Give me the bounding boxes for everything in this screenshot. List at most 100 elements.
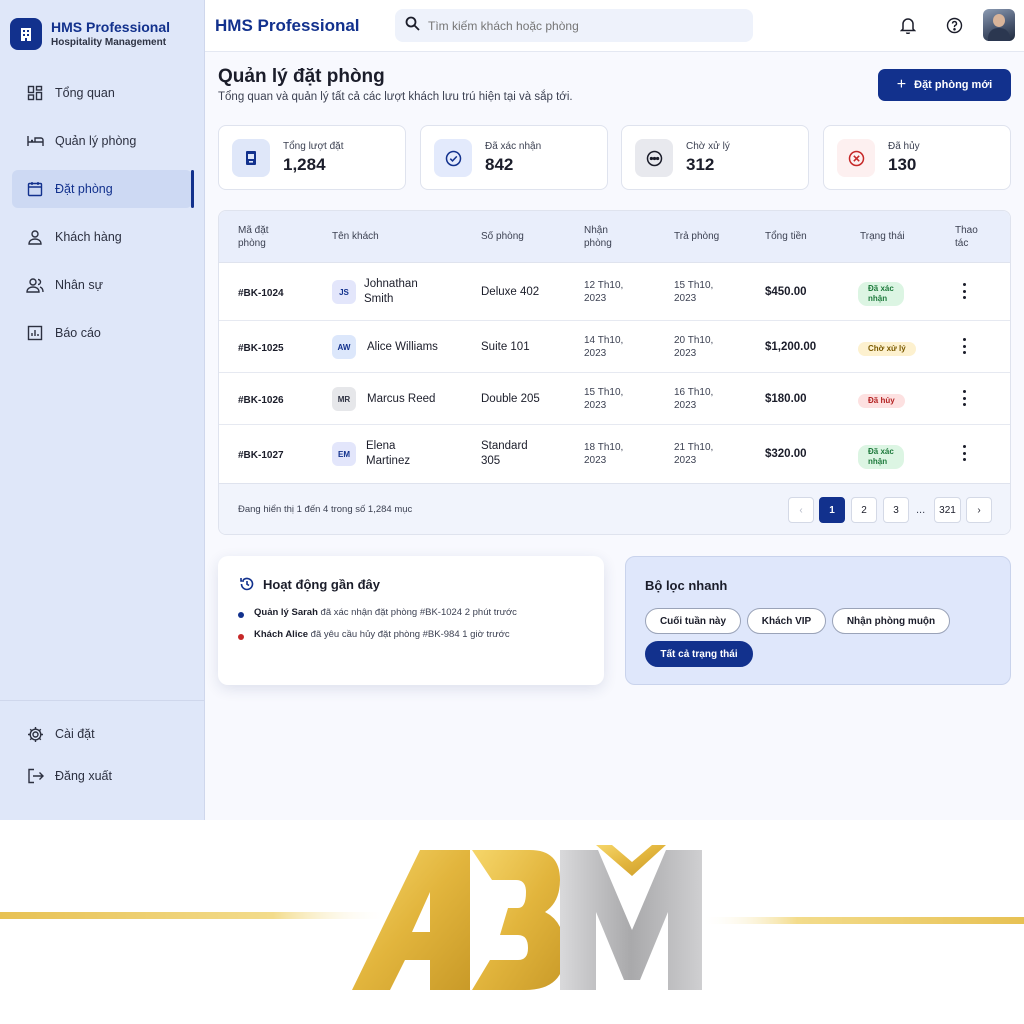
- table-row[interactable]: #BK-1025 AW Alice Williams Suite 101 14 …: [219, 321, 1010, 373]
- sidebar-item-label: Đặt phòng: [55, 182, 113, 196]
- th-action: Thao tác: [955, 225, 978, 249]
- th-checkout: Trả phòng: [674, 231, 720, 242]
- sidebar-item-logout[interactable]: Đăng xuất: [12, 757, 192, 795]
- filter-chip-weekend[interactable]: Cuối tuần này: [645, 608, 741, 634]
- prev-page-button[interactable]: ‹: [788, 497, 814, 523]
- room-number: Double 205: [481, 393, 540, 405]
- stat-label: Tổng lượt đặt: [283, 141, 344, 152]
- recent-activity-panel: Hoạt động gần đây Quản lý Sarah đã xác n…: [218, 556, 604, 685]
- activity-item: Khách Alice đã yêu cầu hủy đặt phòng #BK…: [254, 629, 510, 640]
- sidebar-item-overview[interactable]: Tổng quan: [12, 74, 192, 112]
- table-row[interactable]: #BK-1026 MR Marcus Reed Double 205 15 Th…: [219, 373, 1010, 425]
- calendar-icon: [26, 180, 44, 198]
- history-icon: [239, 576, 255, 597]
- abm-logo: [0, 845, 1024, 990]
- status-badge: Chờ xử lý: [858, 342, 916, 356]
- sidebar-item-label: Đăng xuất: [55, 769, 112, 783]
- user-avatar[interactable]: [983, 9, 1015, 41]
- search-box[interactable]: [395, 9, 753, 42]
- filters-title: Bộ lọc nhanh: [645, 578, 728, 593]
- th-room: Số phòng: [481, 231, 524, 242]
- logo-letter-b: [472, 850, 565, 990]
- cancel-icon: [837, 139, 875, 177]
- sidebar-nav: Tổng quan Quản lý phòng Đặt phòng Khách …: [12, 74, 194, 362]
- total-amount: $1,200.00: [765, 341, 817, 353]
- stat-label: Đã hủy: [888, 141, 920, 152]
- bookings-table: Mã đặt phòng Tên khách Số phòng Nhận phòng…: [218, 210, 1011, 535]
- sidebar-item-bookings[interactable]: Đặt phòng: [12, 170, 194, 208]
- page-button-3[interactable]: 3: [883, 497, 909, 523]
- brand: HMS Professional Hospitality Management: [10, 18, 170, 50]
- guest-avatar: MR: [332, 387, 356, 411]
- sidebar-footer: Cài đặt Đăng xuất: [0, 700, 205, 799]
- status-badge: Đã xác nhận: [858, 445, 904, 469]
- checkin-date: 12 Th10, 2023: [584, 280, 624, 304]
- abm-logo-banner: [0, 820, 1024, 1024]
- stat-label: Chờ xử lý: [686, 141, 730, 152]
- help-icon[interactable]: [943, 14, 965, 36]
- sidebar-item-rooms[interactable]: Quản lý phòng: [12, 122, 192, 160]
- more-actions-icon[interactable]: [959, 338, 969, 354]
- app-window: HMS Professional Hospitality Management …: [0, 0, 1024, 820]
- table-row[interactable]: #BK-1027 EM Elena Martinez Standard 305 18…: [219, 425, 1010, 484]
- bed-icon: [26, 132, 44, 150]
- page-title: Quản lý đặt phòng: [218, 66, 385, 87]
- app-title: HMS Professional: [215, 16, 360, 35]
- guest-name: Johnathan Smith: [364, 278, 418, 305]
- room-number: Suite 101: [481, 341, 530, 353]
- checkout-date: 20 Th10, 2023: [674, 335, 714, 359]
- page-button-last[interactable]: 321: [934, 497, 961, 523]
- table-footer: Đang hiển thị 1 đến 4 trong số 1,284 mục…: [219, 484, 1010, 534]
- next-page-button[interactable]: ›: [966, 497, 992, 523]
- total-amount: $320.00: [765, 448, 807, 460]
- brand-name: HMS Professional: [51, 18, 171, 35]
- bell-icon[interactable]: [897, 14, 919, 36]
- filter-chip-late-checkin[interactable]: Nhận phòng muộn: [832, 608, 950, 634]
- page-button-2[interactable]: 2: [851, 497, 877, 523]
- search-input[interactable]: [428, 18, 728, 33]
- table-row[interactable]: #BK-1024 JS Johnathan Smith Deluxe 402 12…: [219, 263, 1010, 321]
- sidebar-item-staff[interactable]: Nhân sự: [12, 266, 192, 304]
- booking-id: #BK-1026: [238, 395, 284, 406]
- sidebar-item-label: Khách hàng: [55, 230, 122, 244]
- activity-dot: [238, 612, 244, 618]
- activity-item: Quản lý Sarah đã xác nhận đặt phòng #BK-…: [254, 607, 517, 618]
- more-actions-icon[interactable]: [959, 283, 969, 299]
- room-number: Deluxe 402: [481, 286, 540, 298]
- sidebar-item-label: Cài đặt: [55, 727, 95, 741]
- pending-icon: [635, 139, 673, 177]
- page-button-1[interactable]: 1: [819, 497, 845, 523]
- th-booking-id: Mã đặt phòng: [238, 225, 269, 249]
- guest-name: Alice Williams: [367, 341, 438, 353]
- sidebar-item-settings[interactable]: Cài đặt: [12, 715, 192, 753]
- new-booking-button[interactable]: + Đặt phòng mới: [878, 69, 1011, 101]
- booking-id: #BK-1024: [238, 288, 284, 299]
- topbar: HMS Professional: [205, 0, 1024, 52]
- guest-avatar: EM: [332, 442, 356, 466]
- logo-letter-a: [352, 850, 470, 990]
- guest-avatar: AW: [332, 335, 356, 359]
- stat-value: 842: [485, 155, 514, 174]
- more-actions-icon[interactable]: [959, 445, 969, 461]
- pagination-ellipsis: ...: [916, 504, 926, 516]
- more-actions-icon[interactable]: [959, 390, 969, 406]
- gold-line-left: [0, 912, 390, 919]
- activity-dot: [238, 634, 244, 640]
- room-number: Standard 305: [481, 440, 528, 467]
- stat-card-total: Tổng lượt đặt 1,284: [218, 125, 406, 190]
- activity-title: Hoạt động gần đây: [263, 577, 380, 592]
- gold-line-right: [700, 917, 1024, 924]
- checkin-date: 15 Th10, 2023: [584, 387, 624, 411]
- filter-chip-all-status[interactable]: Tất cả trạng thái: [645, 641, 753, 667]
- status-badge: Đã hủy: [858, 394, 905, 408]
- dashboard-icon: [26, 84, 44, 102]
- guest-name: Marcus Reed: [367, 393, 436, 405]
- filter-chip-vip[interactable]: Khách VIP: [747, 608, 826, 634]
- plus-icon: +: [896, 76, 907, 93]
- sidebar-item-label: Báo cáo: [55, 326, 101, 340]
- sidebar-item-reports[interactable]: Báo cáo: [12, 314, 192, 352]
- stat-value: 312: [686, 155, 715, 174]
- sidebar-item-customers[interactable]: Khách hàng: [12, 218, 192, 256]
- total-amount: $180.00: [765, 393, 807, 405]
- search-icon: [405, 16, 420, 36]
